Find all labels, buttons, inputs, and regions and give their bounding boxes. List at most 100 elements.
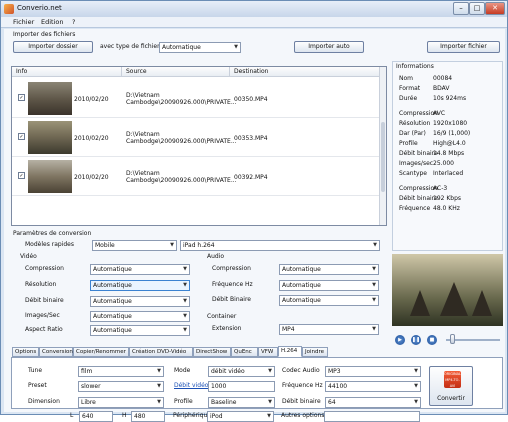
video-compression-value: Automatique — [93, 266, 132, 273]
chevron-down-icon: ▼ — [267, 413, 271, 419]
other-options-label: Autres options — [281, 412, 325, 419]
play-icon[interactable]: ▶ — [395, 335, 405, 345]
tab-bar: Options Conversion Copier/Renommer Créat… — [12, 346, 377, 357]
menu-fichier[interactable]: Fichier — [13, 18, 34, 26]
dimension-dropdown[interactable]: Libre ▼ — [78, 397, 164, 408]
file-row[interactable]: ✓ 2010/02/20 D:\Vietnam Cambodge\2009092… — [12, 118, 381, 157]
file-row[interactable]: ✓ 2010/02/20 D:\Vietnam Cambodge\2009092… — [12, 157, 381, 196]
quick-model-dropdown[interactable]: Mobile ▼ — [92, 240, 177, 251]
device-dropdown[interactable]: iPod ▼ — [207, 411, 274, 422]
tab-quenc[interactable]: QuEnc — [231, 347, 258, 357]
video-bitrate-dropdown[interactable]: Automatique ▼ — [90, 296, 190, 307]
info-value: 00084 — [433, 75, 453, 82]
pause-icon[interactable]: ❚❚ — [411, 335, 421, 345]
import-folder-button[interactable]: Importer dossier — [13, 41, 93, 53]
preset-dropdown[interactable]: iPad h.264 ▼ — [180, 240, 380, 251]
tab-directshow[interactable]: DirectShow — [193, 347, 231, 357]
info-value: 192 Kbps — [433, 195, 462, 202]
row-checkbox[interactable]: ✓ — [18, 94, 25, 101]
maximize-button[interactable]: □ — [469, 2, 485, 15]
import-auto-button[interactable]: Importer auto — [294, 41, 364, 53]
video-fps-dropdown[interactable]: Automatique ▼ — [90, 311, 190, 322]
audio-codec-value: MP3 — [328, 368, 341, 375]
tab-vfw[interactable]: VFW — [258, 347, 278, 357]
video-compression-dropdown[interactable]: Automatique ▼ — [90, 264, 190, 275]
tab-conversion[interactable]: Conversion — [39, 347, 73, 357]
close-button[interactable]: ✕ — [485, 2, 505, 15]
menu-edition[interactable]: Edition — [41, 18, 64, 26]
video-aspect-value: Automatique — [93, 327, 132, 334]
convert-button[interactable]: ORIGINAL MP4-TO-AVI Convertir — [429, 366, 473, 406]
tune-value: film — [81, 368, 93, 375]
video-resolution-dropdown[interactable]: Automatique ▼ — [90, 280, 190, 291]
file-list[interactable]: Info Source Destination ✓ 2010/02/20 D:\… — [11, 66, 387, 226]
video-resolution-label: Résolution — [25, 281, 57, 288]
other-options-input[interactable] — [324, 411, 420, 422]
audio-bitrate-dropdown[interactable]: Automatique ▼ — [279, 295, 379, 306]
info-value: 14.8 Mbps — [433, 150, 465, 157]
profile-dropdown[interactable]: Baseline ▼ — [208, 397, 275, 408]
menu-bar: Fichier Edition ? — [1, 17, 507, 28]
audio-compression-dropdown[interactable]: Automatique ▼ — [279, 264, 379, 275]
row-checkbox[interactable]: ✓ — [18, 172, 25, 179]
convert-label: Convertir — [437, 395, 465, 402]
row-date: 2010/02/20 — [74, 135, 109, 142]
bitrate-input[interactable]: 1000 — [208, 381, 275, 392]
quick-model-value: Mobile — [95, 242, 115, 249]
audio-codec-dropdown[interactable]: MP3 ▼ — [325, 366, 421, 377]
menu-help[interactable]: ? — [72, 18, 75, 26]
tab-options[interactable]: Options — [12, 347, 39, 357]
file-list-scrollbar[interactable] — [379, 67, 386, 225]
stop-icon[interactable]: ■ — [427, 335, 437, 345]
tab-joindre[interactable]: Joindre — [302, 347, 328, 357]
width-input[interactable]: 640 — [79, 411, 113, 422]
tune-label: Tune — [28, 367, 43, 374]
info-key: Images/sec — [399, 160, 434, 167]
file-type-dropdown[interactable]: Automatique ▼ — [159, 42, 241, 53]
mode-dropdown[interactable]: débit vidéo ▼ — [208, 366, 275, 377]
height-input[interactable]: 480 — [131, 411, 165, 422]
info-value: Interlaced — [433, 170, 464, 177]
info-value: High@L4.0 — [433, 140, 466, 147]
bitrate-link[interactable]: Débit vidéo — [174, 382, 208, 389]
chevron-down-icon: ▼ — [183, 313, 187, 319]
video-aspect-dropdown[interactable]: Automatique ▼ — [90, 325, 190, 336]
h264-audio-bitrate-dropdown[interactable]: 64 ▼ — [325, 397, 421, 408]
audio-frequency-dropdown[interactable]: Automatique ▼ — [279, 280, 379, 291]
tab-h264[interactable]: H.264 — [278, 346, 302, 357]
h264-preset-dropdown[interactable]: slower ▼ — [78, 381, 164, 392]
video-compression-label: Compression — [25, 265, 64, 272]
height-label: H — [122, 412, 127, 419]
container-extension-label: Extension — [212, 325, 242, 332]
import-section-label: Importer des fichiers — [13, 31, 76, 38]
preset-value: iPad h.264 — [183, 242, 215, 249]
audio-frequency-label: Fréquence Hz — [212, 281, 253, 288]
file-type-label: avec type de fichier — [100, 43, 160, 50]
chevron-down-icon: ▼ — [157, 368, 161, 374]
column-info[interactable]: Info — [12, 67, 122, 77]
tab-dvd-creation[interactable]: Création DVD-Vidéo — [129, 347, 193, 357]
minimize-button[interactable]: – — [453, 2, 469, 15]
import-file-button[interactable]: Importer fichier — [427, 41, 500, 53]
row-checkbox[interactable]: ✓ — [18, 133, 25, 140]
container-extension-dropdown[interactable]: MP4 ▼ — [279, 324, 379, 335]
row-date: 2010/02/20 — [74, 174, 109, 181]
file-row[interactable]: ✓ 2010/02/20 D:\Vietnam Cambodge\2009092… — [12, 79, 381, 118]
scrollbar-thumb[interactable] — [381, 122, 385, 192]
device-label: Périphérique — [173, 412, 211, 419]
quick-models-label: Modèles rapides — [25, 241, 74, 248]
seek-handle[interactable] — [450, 334, 455, 344]
tune-dropdown[interactable]: film ▼ — [78, 366, 164, 377]
chevron-down-icon: ▼ — [373, 242, 377, 248]
h264-frequency-dropdown[interactable]: 44100 ▼ — [325, 381, 421, 392]
video-group-title: Vidéo — [20, 253, 37, 260]
info-key: Scantype — [399, 170, 427, 177]
chevron-down-icon: ▼ — [372, 297, 376, 303]
column-source[interactable]: Source — [122, 67, 230, 77]
info-value: 10s 924ms — [433, 95, 467, 102]
tab-copy-rename[interactable]: Copier/Renommer — [73, 347, 129, 357]
column-destination[interactable]: Destination — [230, 67, 381, 77]
video-bitrate-value: Automatique — [93, 298, 132, 305]
info-key: Durée — [399, 95, 418, 102]
container-extension-value: MP4 — [282, 326, 295, 333]
